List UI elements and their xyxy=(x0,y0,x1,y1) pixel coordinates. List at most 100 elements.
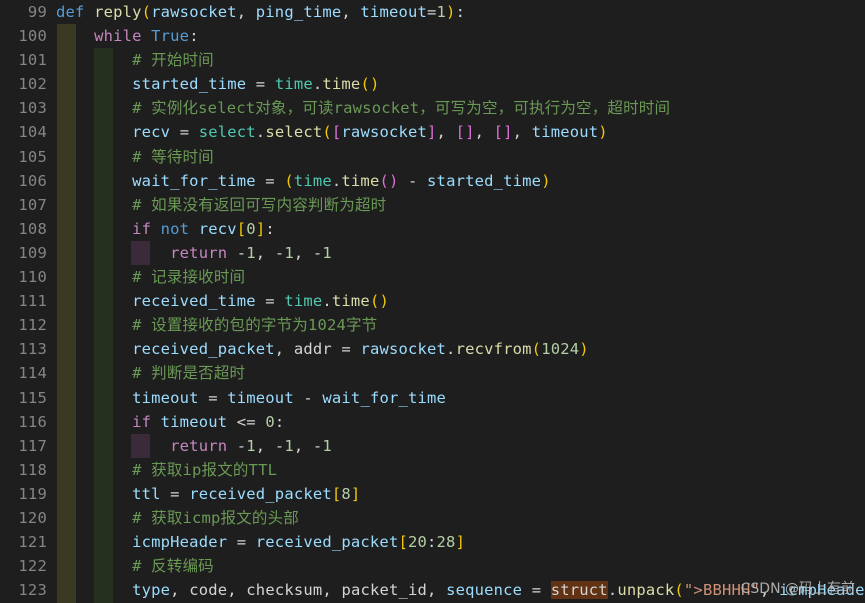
code-operator: , xyxy=(236,3,247,21)
code-line[interactable]: recv = select.select([rawsocket], [], []… xyxy=(56,120,865,144)
code-token: timeout xyxy=(531,123,599,142)
code-number: 1 xyxy=(436,3,447,21)
bracket-close: ] xyxy=(255,219,266,238)
code-comment: # 实例化select对象，可读rawsocket，可写为空，可执行为空，超时时… xyxy=(132,99,671,118)
code-operator: , xyxy=(293,243,304,262)
code-line[interactable]: # 获取ip报文的TTL xyxy=(56,458,865,482)
code-number: 1 xyxy=(322,243,332,262)
code-editor[interactable]: 99 100 101 102 103 104 105 106 107 108 109 110 111 11… xyxy=(0,0,865,603)
code-operator: - xyxy=(236,243,247,262)
code-line[interactable]: # 记录接收时间 xyxy=(56,265,865,289)
code-operator: : xyxy=(274,412,285,431)
line-number: 107 xyxy=(18,195,47,214)
code-content-area[interactable]: def reply(rawsocket, ping_time, timeout=… xyxy=(56,0,865,603)
code-number: 8 xyxy=(341,484,351,503)
code-token: timeout xyxy=(160,412,228,431)
code-line[interactable]: timeout = timeout - wait_for_time xyxy=(56,386,865,410)
bracket-open: [ xyxy=(398,533,408,552)
code-number: 0 xyxy=(265,412,275,431)
code-operator: = xyxy=(246,412,256,431)
code-operator: < xyxy=(236,412,247,431)
code-token: recvfrom xyxy=(455,340,532,359)
line-number: 101 xyxy=(18,51,47,70)
code-operator: , xyxy=(274,340,285,359)
code-line[interactable]: return -1, -1, -1 xyxy=(56,434,865,458)
code-line[interactable]: # 如果没有返回可写内容判断为超时 xyxy=(56,193,865,217)
code-line[interactable]: icmpHeader = received_packet[20:28] xyxy=(56,530,865,554)
code-token: select xyxy=(265,123,323,142)
code-line[interactable]: received_packet, addr = rawsocket.recvfr… xyxy=(56,337,865,361)
line-number: 99 xyxy=(27,3,47,21)
code-line[interactable]: def reply(rawsocket, ping_time, timeout=… xyxy=(56,0,865,24)
code-operator: = xyxy=(208,388,218,407)
code-operator: , xyxy=(227,581,237,600)
line-number: 109 xyxy=(18,243,47,262)
code-line[interactable]: return -1, -1, -1 xyxy=(56,241,865,265)
code-line[interactable]: if timeout <= 0: xyxy=(56,410,865,434)
code-line[interactable]: while True: xyxy=(56,24,865,48)
code-operator: = xyxy=(531,581,542,600)
code-token: ttl xyxy=(132,484,161,503)
code-operator: . xyxy=(255,123,266,142)
code-operator: - xyxy=(274,243,285,262)
code-comment: # 获取ip报文的TTL xyxy=(132,460,278,479)
code-operator: , xyxy=(293,436,304,455)
code-operator: , xyxy=(170,581,180,600)
code-operator: , xyxy=(255,243,266,262)
line-number: 122 xyxy=(18,557,47,576)
code-token: time xyxy=(274,75,313,94)
code-token: select xyxy=(198,123,256,142)
code-number: 1 xyxy=(246,436,256,455)
bracket-close: ] xyxy=(503,123,513,142)
bracket-close: ) xyxy=(446,3,456,21)
bracket-open: [ xyxy=(331,123,342,142)
code-line[interactable]: ttl = received_packet[8] xyxy=(56,482,865,506)
code-line[interactable]: # 设置接收的包的字节为1024字节 xyxy=(56,313,865,337)
code-operator: = xyxy=(179,123,190,142)
code-comment: # 记录接收时间 xyxy=(132,268,246,287)
bracket-open: [ xyxy=(331,484,342,503)
code-line[interactable]: wait_for_time = (time.time() - started_t… xyxy=(56,169,865,193)
code-operator: = xyxy=(427,3,437,21)
code-operator: - xyxy=(236,436,247,455)
code-line[interactable]: # 开始时间 xyxy=(56,48,865,72)
code-token: checksum xyxy=(246,581,323,600)
code-operator: : xyxy=(455,3,466,21)
code-comment: # 获取icmp报文的头部 xyxy=(132,508,299,527)
code-comment: # 如果没有返回可写内容判断为超时 xyxy=(132,195,387,214)
code-operator: = xyxy=(255,75,266,94)
code-line[interactable]: # 获取icmp报文的头部 xyxy=(56,506,865,530)
code-line[interactable]: # 实例化select对象，可读rawsocket，可写为空，可执行为空，超时时… xyxy=(56,96,865,120)
code-token: timeout xyxy=(227,388,294,407)
line-number: 104 xyxy=(18,123,47,142)
code-operator: , xyxy=(255,436,266,455)
code-token: received_packet xyxy=(189,484,332,503)
line-number: 111 xyxy=(18,292,47,311)
code-operator: . xyxy=(607,581,618,600)
bracket-open: ( xyxy=(531,340,542,359)
code-number: 1 xyxy=(322,436,332,455)
line-number: 114 xyxy=(18,364,47,383)
code-line[interactable]: if not recv[0]: xyxy=(56,217,865,241)
code-operator: . xyxy=(446,340,456,359)
code-line[interactable]: # 等待时间 xyxy=(56,145,865,169)
code-token: time xyxy=(293,171,332,190)
code-token: code xyxy=(189,581,228,600)
code-line[interactable]: # 判断是否超时 xyxy=(56,361,865,385)
code-line[interactable]: received_time = time.time() xyxy=(56,289,865,313)
code-token: recv xyxy=(198,219,237,238)
code-line[interactable]: # 反转编码 xyxy=(56,554,865,578)
code-lines[interactable]: def reply(rawsocket, ping_time, timeout=… xyxy=(56,0,865,603)
code-token: unpack xyxy=(617,581,675,600)
code-token: recv xyxy=(132,123,171,142)
line-number: 105 xyxy=(18,147,47,166)
code-line[interactable]: started_time = time.time() xyxy=(56,72,865,96)
csdn-watermark: CSDN @码上有前 xyxy=(740,581,855,597)
